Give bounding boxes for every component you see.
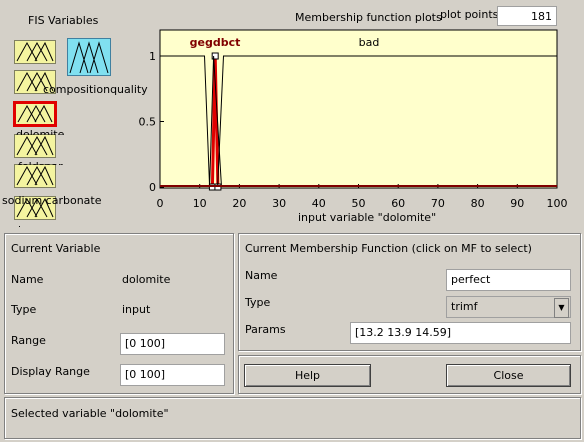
x-tick-label: 10 (193, 197, 207, 210)
mf-name-input[interactable]: perfect (446, 269, 571, 291)
mf-label-bad: bad (359, 36, 380, 49)
plot-xlabel: input variable "dolomite" (298, 211, 437, 224)
current-mf-title: Current Membership Function (click on MF… (245, 242, 532, 255)
x-tick-label: 40 (312, 197, 326, 210)
mf-type-value: trimf (451, 300, 478, 313)
mf-params-label: Params (245, 323, 286, 336)
x-tick-label: 100 (547, 197, 568, 210)
x-tick-label: 50 (352, 197, 366, 210)
range-label: Range (11, 334, 46, 347)
mf-label-overlap: gegdbct (190, 36, 241, 49)
range-input[interactable]: [0 100] (120, 333, 225, 355)
mf-type-select[interactable]: trimf ▼ (446, 296, 571, 318)
mf-name-label: Name (245, 269, 278, 282)
x-tick-label: 60 (391, 197, 405, 210)
y-tick-label: 0 (149, 181, 156, 194)
membership-function-plot[interactable]: 0 10 20 30 40 50 60 70 80 90 100 0 0.5 1 gegdbct bad (0, 0, 584, 228)
plot-area (159, 29, 558, 189)
x-tick-label: 0 (157, 197, 164, 210)
chevron-down-icon[interactable]: ▼ (554, 298, 569, 318)
mf-type-label: Type (245, 296, 271, 309)
name-label: Name (11, 273, 44, 286)
display-range-label: Display Range (11, 365, 90, 378)
display-range-input[interactable]: [0 100] (120, 364, 225, 386)
variable-name-value: dolomite (122, 273, 171, 286)
x-tick-label: 20 (232, 197, 246, 210)
x-tick-label: 80 (471, 197, 485, 210)
mf-params-input[interactable]: [13.2 13.9 14.59] (350, 322, 571, 344)
type-label: Type (11, 303, 37, 316)
x-tick-label: 90 (510, 197, 524, 210)
help-button[interactable]: Help (244, 364, 371, 387)
x-tick-label: 70 (431, 197, 445, 210)
variable-type-value: input (122, 303, 151, 316)
status-text: Selected variable "dolomite" (11, 407, 169, 420)
y-tick-label: 0.5 (139, 116, 157, 129)
close-button[interactable]: Close (446, 364, 571, 387)
current-variable-title: Current Variable (11, 242, 101, 255)
y-tick-label: 1 (149, 50, 156, 63)
x-tick-label: 30 (272, 197, 286, 210)
